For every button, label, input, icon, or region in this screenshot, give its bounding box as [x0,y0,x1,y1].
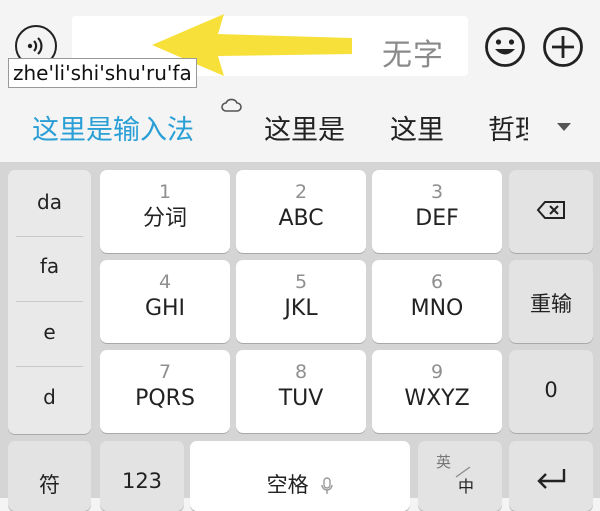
key-7[interactable]: 7 PQRS [100,350,230,433]
pinyin-composition: zhe'li'shi'shu'ru'fa [8,58,197,88]
candidate-2[interactable]: 这里是 [264,108,345,147]
key-label: 0 [544,378,558,402]
side-item-fa[interactable]: fa [8,235,91,297]
triangle-down-icon[interactable] [556,122,572,132]
key-label: 空格 [266,473,309,497]
candidate-1[interactable]: 这里是输入法 [32,108,194,147]
key-number: 7 [158,361,172,383]
key-number: 6 [430,271,444,293]
key-9[interactable]: 9 WXYZ [372,350,502,433]
input-bar: 无字 zhe'li'shi'shu'ru'fa [0,0,600,88]
key-label: MNO [410,296,464,321]
reinput-label: 重输 [530,292,572,316]
language-switch-key[interactable]: 英 中 [418,441,502,511]
backspace-icon [536,201,565,219]
smiley-icon[interactable] [484,26,526,68]
key-number: 8 [294,361,308,383]
cloud-icon [221,98,242,112]
key-label: PQRS [135,386,195,411]
key-2[interactable]: 2 ABC [236,170,366,253]
candidate-4-clip: 哲理 [488,108,528,147]
lang-zh-label: 中 [458,477,475,496]
symbol-key[interactable]: 符 [8,441,91,511]
candidate-bar: 这里是输入法 这里是 这里 哲理 [0,88,600,162]
key-number: 2 [294,181,308,203]
delete-key[interactable] [509,170,593,253]
return-icon [537,469,566,489]
key-label: TUV [278,386,324,411]
key-number: 9 [430,361,444,383]
key-5[interactable]: 5 JKL [236,260,366,343]
numbers-key[interactable]: 123 [100,441,184,511]
plus-circle-icon[interactable] [542,26,584,68]
key-label: WXYZ [404,386,470,411]
key-label: 123 [121,469,163,493]
voice-wave-icon [27,37,43,55]
key-number: 1 [158,181,172,203]
key-number: 5 [294,271,308,293]
key-1[interactable]: 1 分词 [100,170,230,253]
key-6[interactable]: 6 MNO [372,260,502,343]
pinyin-side-list[interactable]: da fa e d [8,170,91,434]
space-label-wrap: 空格 [190,469,410,499]
key-label: JKL [284,296,318,321]
key-0[interactable]: 0 [509,350,593,433]
key-4[interactable]: 4 GHI [100,260,230,343]
key-number: 3 [430,181,444,203]
candidate-4[interactable]: 哲理 [488,115,528,146]
enter-key[interactable] [509,441,593,511]
key-8[interactable]: 8 TUV [236,350,366,433]
side-item-e[interactable]: e [8,301,91,363]
keyboard: da fa e d 1 分词 2 ABC 3 DEF 4 GHI 5 JKL 6… [0,162,600,511]
key-label: 符 [39,473,60,497]
key-3[interactable]: 3 DEF [372,170,502,253]
key-label: GHI [144,296,186,321]
side-item-d[interactable]: d [8,366,91,428]
key-label: DEF [415,206,459,231]
key-label: 分词 [142,206,187,231]
candidate-3[interactable]: 这里 [390,108,444,147]
reinput-key[interactable]: 重输 [509,260,593,343]
space-key[interactable]: 空格 [190,441,410,511]
input-placeholder: 无字 [382,38,444,73]
key-number: 4 [158,271,172,293]
key-label: ABC [278,206,324,231]
microphone-icon [321,477,334,494]
side-item-da[interactable]: da [8,171,91,233]
